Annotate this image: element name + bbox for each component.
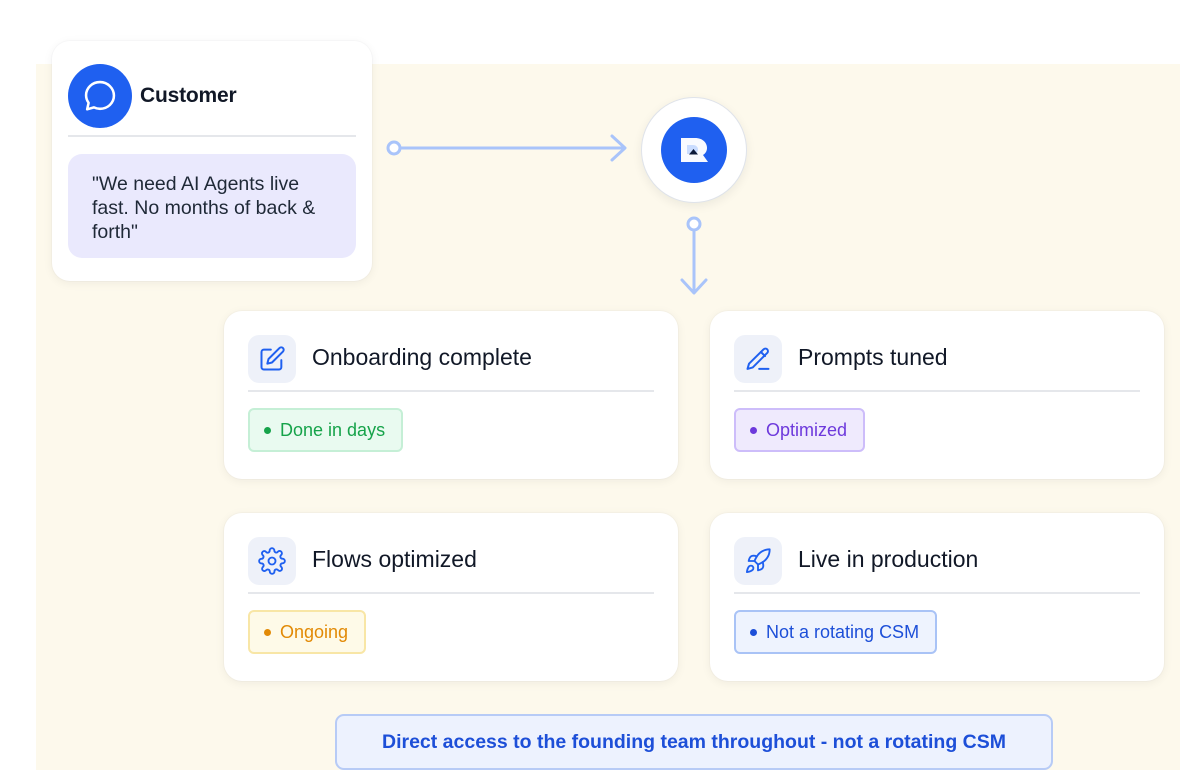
- hub-connector-node: [686, 216, 702, 232]
- step-title: Flows optimized: [312, 546, 477, 572]
- step-card-production: Live in production Not a rotating CSM: [710, 513, 1164, 681]
- brand-hub-core: [661, 117, 727, 183]
- status-badge-label: Ongoing: [280, 621, 349, 642]
- status-dot: [750, 628, 757, 636]
- edit-square-icon: [260, 346, 285, 371]
- gear-icon: [258, 547, 286, 575]
- step-icon-box: [734, 335, 782, 383]
- step-icon-box: [248, 537, 296, 585]
- step-icon-box: [734, 537, 782, 585]
- status-badge-label: Done in days: [280, 419, 386, 440]
- customer-card: Customer "We need AI Agents live fast. N…: [52, 41, 372, 281]
- customer-avatar: [68, 64, 132, 128]
- customer-name: Customer: [140, 84, 237, 107]
- step-divider: [734, 390, 1140, 392]
- step-icon-box: [248, 335, 296, 383]
- customer-divider: [68, 135, 356, 137]
- status-dot: [264, 426, 271, 434]
- customer-connector-node: [386, 140, 402, 156]
- step-card-onboarding: Onboarding complete Done in days: [224, 311, 678, 479]
- step-card-flows: Flows optimized Ongoing: [224, 513, 678, 681]
- pencil-icon: [746, 347, 770, 370]
- step-title: Prompts tuned: [798, 344, 948, 370]
- status-dot: [750, 426, 757, 434]
- status-badge: Ongoing: [248, 610, 367, 654]
- step-divider: [248, 390, 654, 392]
- status-badge: Optimized: [734, 408, 866, 452]
- rocket-icon: [745, 548, 771, 574]
- brand-logo-icon: [681, 138, 708, 162]
- status-badge: Done in days: [248, 408, 404, 452]
- step-divider: [248, 592, 654, 594]
- status-badge: Not a rotating CSM: [734, 610, 938, 654]
- founding-team-note: Direct access to the founding team throu…: [335, 714, 1053, 770]
- brand-hub: [641, 97, 747, 203]
- step-divider: [734, 592, 1140, 594]
- customer-quote: "We need AI Agents live fast. No months …: [68, 154, 356, 258]
- chat-bubble-icon: [84, 80, 116, 111]
- status-dot: [264, 628, 271, 636]
- status-badge-label: Not a rotating CSM: [766, 621, 920, 642]
- step-card-prompts: Prompts tuned Optimized: [710, 311, 1164, 479]
- step-title: Onboarding complete: [312, 344, 532, 370]
- step-title: Live in production: [798, 546, 979, 572]
- status-badge-label: Optimized: [766, 419, 848, 440]
